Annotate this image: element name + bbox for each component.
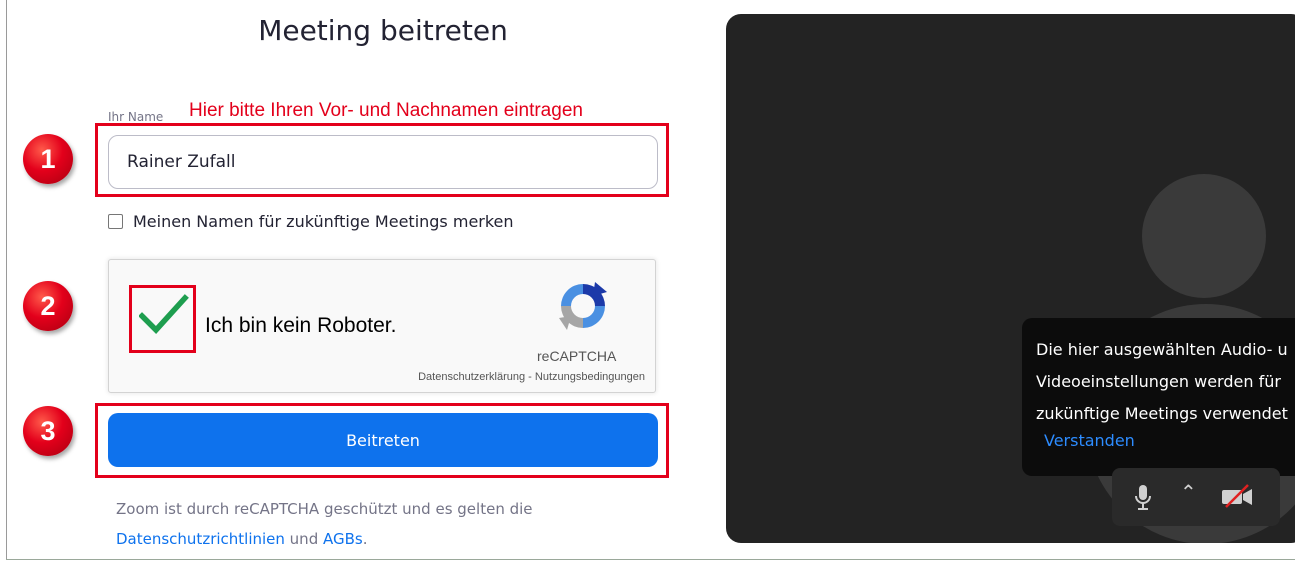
tooltip-line-2: Videoeinstellungen werden für [1036,372,1281,391]
recaptcha-brand-label: reCAPTCHA [537,348,617,364]
recaptcha-label: Ich bin kein Roboter. [205,314,397,337]
av-settings-tooltip: Die hier ausgewählten Audio- u Videoeins… [1022,318,1295,476]
chevron-up-icon[interactable]: ⌃ [1180,480,1197,505]
notice-conjunction: und [284,530,323,548]
name-input[interactable] [108,135,658,189]
recaptcha-terms-link[interactable]: Nutzungsbedingungen [535,371,645,383]
join-button[interactable]: Beitreten [108,413,658,467]
terms-link[interactable]: AGBs [323,530,363,548]
video-preview: Die hier ausgewählten Audio- u Videoeins… [726,14,1295,543]
page-title: Meeting beitreten [258,14,508,47]
tooltip-line-3: zukünftige Meetings verwendet [1036,404,1288,423]
notice-period: . [362,530,368,548]
recaptcha-logo-icon [559,282,607,330]
video-off-icon[interactable] [1220,484,1254,513]
step-badge-2: 2 [23,281,73,331]
tooltip-line-1: Die hier ausgewählten Audio- u [1036,340,1288,359]
remember-name-label: Meinen Namen für zukünftige Meetings mer… [133,212,514,231]
remember-name-checkbox[interactable] [108,214,123,229]
step-badge-1: 1 [23,134,73,184]
captcha-checkbox-highlight-box [129,285,196,353]
privacy-policy-link[interactable]: Datenschutzrichtlinien [116,530,285,548]
recaptcha-notice: Zoom ist durch reCAPTCHA geschützt und e… [116,494,533,554]
name-hint-annotation: Hier bitte Ihren Vor- und Nachnamen eint… [189,100,583,121]
microphone-icon[interactable] [1134,484,1152,517]
name-field-label: Ihr Name [108,110,164,124]
recaptcha-notice-text: Zoom ist durch reCAPTCHA geschützt und e… [116,500,533,518]
window-left-border [6,0,7,560]
recaptcha-link-separator: - [525,371,535,383]
window-bottom-border [6,559,1295,560]
remember-name-checkbox-row[interactable]: Meinen Namen für zukünftige Meetings mer… [108,212,514,231]
tooltip-message: Die hier ausgewählten Audio- u Videoeins… [1036,334,1295,430]
tooltip-dismiss-link[interactable]: Verstanden [1044,431,1135,450]
preview-controls: ⌃ [1112,468,1280,526]
recaptcha-links: Datenschutzerklärung - Nutzungsbedingung… [418,371,645,383]
recaptcha-notice-links: Datenschutzrichtlinien und AGBs. [116,524,533,554]
recaptcha-privacy-link[interactable]: Datenschutzerklärung [418,371,525,383]
avatar-placeholder-head [1142,174,1266,298]
step-badge-3: 3 [23,406,73,456]
